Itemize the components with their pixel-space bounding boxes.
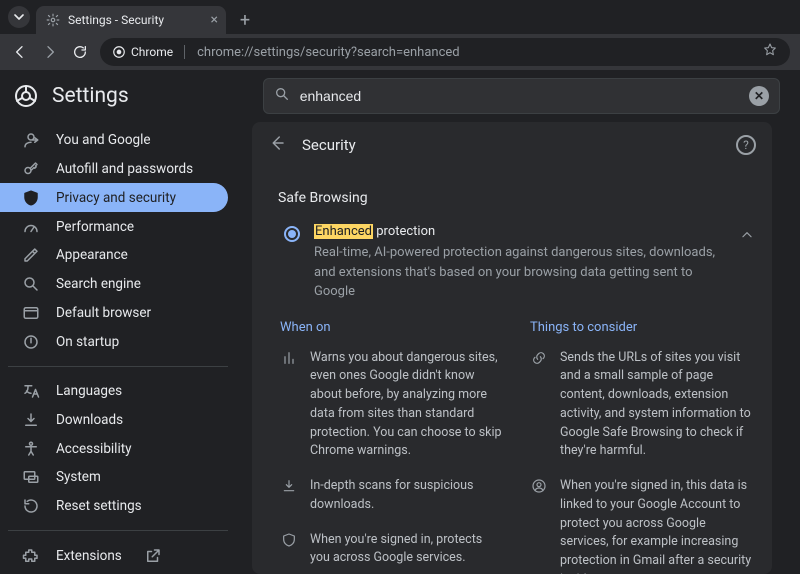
shield-icon bbox=[280, 531, 298, 549]
sidebar-item-label: Reset settings bbox=[56, 498, 142, 514]
tab-title: Settings - Security bbox=[68, 13, 164, 27]
help-icon[interactable]: ? bbox=[736, 135, 756, 155]
sidebar-divider bbox=[8, 530, 228, 531]
download-icon bbox=[280, 477, 298, 495]
bar-chart-icon bbox=[280, 349, 298, 367]
new-tab-button[interactable]: + bbox=[232, 7, 258, 33]
sidebar-item-search-engine[interactable]: Search engine bbox=[0, 270, 228, 299]
sidebar-item-label: Accessibility bbox=[56, 441, 132, 457]
sidebar-item-label: System bbox=[56, 469, 101, 485]
page-title: Settings bbox=[52, 84, 129, 108]
sidebar-item-label: Default browser bbox=[56, 305, 151, 321]
when-on-heading: When on bbox=[280, 320, 504, 335]
radio-enhanced[interactable] bbox=[284, 226, 300, 242]
sidebar-item-label: Performance bbox=[56, 219, 134, 235]
sidebar-item-on-startup[interactable]: On startup bbox=[0, 327, 228, 356]
url-text: chrome://settings/security?search=enhanc… bbox=[197, 45, 460, 60]
open-external-icon bbox=[144, 547, 162, 565]
sidebar-item-label: Privacy and security bbox=[56, 190, 176, 206]
sidebar-item-label: You and Google bbox=[56, 132, 151, 148]
reload-icon[interactable] bbox=[70, 42, 90, 62]
settings-search[interactable]: ✕ bbox=[263, 78, 780, 114]
clear-search-icon[interactable]: ✕ bbox=[749, 86, 769, 106]
sidebar-item-accessibility[interactable]: Accessibility bbox=[0, 434, 228, 463]
option-description: Real-time, AI-powered protection against… bbox=[314, 243, 726, 302]
omnibox[interactable]: Chrome chrome://settings/security?search… bbox=[100, 38, 790, 66]
sidebar-item-you-and-google[interactable]: You and Google bbox=[0, 126, 228, 155]
sidebar-item-performance[interactable]: Performance bbox=[0, 212, 228, 241]
close-tab-icon[interactable]: × bbox=[211, 12, 218, 28]
sidebar-item-privacy-security[interactable]: Privacy and security bbox=[0, 183, 228, 212]
site-chip-label: Chrome bbox=[131, 45, 173, 59]
bullet-text: When you're signed in, this data is link… bbox=[560, 477, 754, 574]
search-highlight: Enhanced bbox=[314, 224, 373, 239]
sidebar-item-languages[interactable]: Languages bbox=[0, 377, 228, 406]
sidebar-item-autofill[interactable]: Autofill and passwords bbox=[0, 155, 228, 184]
settings-favicon-icon bbox=[46, 13, 60, 27]
sidebar: You and Google Autofill and passwords Pr… bbox=[0, 122, 240, 574]
option-title-rest: protection bbox=[373, 224, 435, 239]
security-card: Security ? Safe Browsing Enhanced protec… bbox=[252, 122, 772, 574]
chrome-logo-icon bbox=[14, 84, 38, 108]
tab-search-button[interactable] bbox=[8, 6, 30, 28]
sidebar-item-appearance[interactable]: Appearance bbox=[0, 241, 228, 270]
sidebar-item-downloads[interactable]: Downloads bbox=[0, 406, 228, 435]
browser-tab[interactable]: Settings - Security × bbox=[36, 6, 226, 34]
section-title: Safe Browsing bbox=[278, 190, 754, 206]
sidebar-divider bbox=[8, 366, 228, 367]
sidebar-item-extensions[interactable]: Extensions bbox=[0, 541, 228, 570]
settings-search-input[interactable] bbox=[300, 88, 739, 104]
search-icon bbox=[274, 86, 290, 106]
sidebar-item-label: Downloads bbox=[56, 412, 123, 428]
option-title: Enhanced protection bbox=[314, 224, 726, 239]
bullet-text: Sends the URLs of sites you visit and a … bbox=[560, 349, 754, 462]
sidebar-item-default-browser[interactable]: Default browser bbox=[0, 298, 228, 327]
sidebar-item-reset[interactable]: Reset settings bbox=[0, 492, 228, 521]
things-to-consider-heading: Things to consider bbox=[530, 320, 754, 335]
back-icon[interactable] bbox=[10, 42, 30, 62]
account-icon bbox=[530, 477, 548, 495]
bullet-text: When you're signed in, protects you acro… bbox=[310, 531, 504, 569]
collapse-icon[interactable] bbox=[740, 228, 754, 246]
sidebar-item-label: Autofill and passwords bbox=[56, 161, 193, 177]
bullet-text: Warns you about dangerous sites, even on… bbox=[310, 349, 504, 462]
bookmark-icon[interactable] bbox=[762, 42, 778, 62]
link-icon bbox=[530, 349, 548, 367]
card-title: Security bbox=[302, 136, 356, 154]
site-chip: Chrome bbox=[112, 45, 189, 59]
sidebar-item-label: Search engine bbox=[56, 276, 141, 292]
back-arrow-icon[interactable] bbox=[268, 134, 286, 156]
sidebar-item-label: Languages bbox=[56, 383, 122, 399]
sidebar-item-label: Extensions bbox=[56, 548, 122, 564]
sidebar-item-label: Appearance bbox=[56, 247, 128, 263]
forward-icon[interactable] bbox=[40, 42, 60, 62]
bullet-text: In-depth scans for suspicious downloads. bbox=[310, 477, 504, 515]
sidebar-item-label: On startup bbox=[56, 334, 119, 350]
sidebar-item-system[interactable]: System bbox=[0, 463, 228, 492]
